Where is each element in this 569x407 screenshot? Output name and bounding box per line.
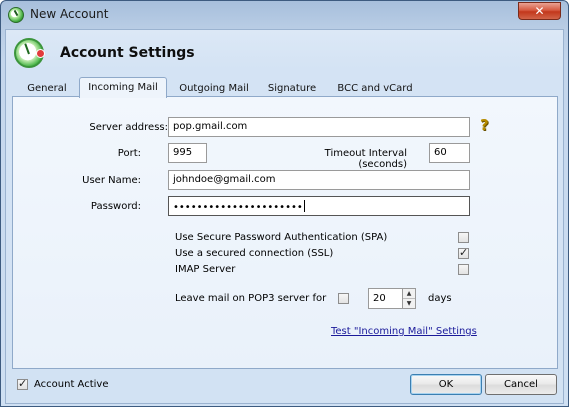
page-title: Account Settings bbox=[60, 45, 195, 61]
window-title: New Account bbox=[30, 7, 109, 21]
server-address-field[interactable]: pop.gmail.com bbox=[168, 117, 470, 137]
account-settings-icon bbox=[14, 38, 45, 68]
tab-general[interactable]: General bbox=[22, 80, 72, 97]
password-field[interactable]: •••••••••••••••••••••• bbox=[168, 196, 470, 216]
tab-incoming-mail[interactable]: Incoming Mail bbox=[79, 77, 167, 98]
spin-up-icon[interactable]: ▲ bbox=[403, 289, 415, 299]
username-field[interactable]: johndoe@gmail.com bbox=[168, 170, 470, 190]
server-address-label: Server address: bbox=[89, 122, 168, 133]
ok-button[interactable]: OK bbox=[410, 374, 482, 395]
text-caret bbox=[303, 200, 305, 212]
ssl-label: Use a secured connection (SSL) bbox=[175, 248, 334, 259]
incoming-mail-panel: Server address: pop.gmail.com ? Port: 99… bbox=[12, 96, 558, 369]
password-mask: •••••••••••••••••••••• bbox=[173, 202, 303, 213]
help-question-icon[interactable]: ? bbox=[480, 116, 489, 134]
tab-bcc-vcard[interactable]: BCC and vCard bbox=[336, 80, 414, 97]
spin-down-icon[interactable]: ▼ bbox=[403, 299, 415, 309]
username-label: User Name: bbox=[82, 175, 141, 186]
cancel-button[interactable]: Cancel bbox=[485, 374, 557, 395]
tab-strip: General Incoming Mail Outgoing Mail Sign… bbox=[12, 74, 559, 98]
test-incoming-settings-link[interactable]: Test "Incoming Mail" Settings bbox=[331, 326, 477, 337]
title-bar[interactable]: New Account ✕ bbox=[1, 1, 568, 29]
close-button[interactable]: ✕ bbox=[518, 2, 561, 20]
port-field[interactable]: 995 bbox=[168, 143, 207, 163]
port-label: Port: bbox=[117, 148, 141, 159]
app-clock-icon bbox=[8, 7, 24, 23]
days-input[interactable]: 20 bbox=[368, 288, 403, 309]
ssl-checkbox[interactable] bbox=[458, 246, 469, 259]
spa-label: Use Secure Password Authentication (SPA) bbox=[175, 232, 388, 243]
new-account-window: New Account ✕ Account Settings General I… bbox=[0, 0, 569, 407]
dialog-client-area: Account Settings General Incoming Mail O… bbox=[5, 29, 564, 404]
imap-checkbox[interactable] bbox=[458, 264, 469, 275]
account-active-checkbox[interactable] bbox=[17, 377, 28, 390]
tab-outgoing-mail[interactable]: Outgoing Mail bbox=[175, 80, 253, 97]
days-spinner[interactable]: ▲ ▼ bbox=[402, 288, 416, 309]
timeout-field[interactable]: 60 bbox=[429, 143, 470, 163]
timeout-label: Timeout Interval (seconds) bbox=[324, 148, 407, 170]
tab-signature[interactable]: Signature bbox=[267, 80, 317, 97]
imap-label: IMAP Server bbox=[175, 264, 236, 275]
leave-mail-checkbox[interactable] bbox=[338, 293, 349, 304]
leave-mail-label: Leave mail on POP3 server for bbox=[175, 293, 327, 304]
days-label: days bbox=[428, 293, 452, 304]
account-active-label: Account Active bbox=[34, 379, 109, 390]
spa-checkbox[interactable] bbox=[458, 232, 469, 243]
password-label: Password: bbox=[90, 201, 141, 212]
